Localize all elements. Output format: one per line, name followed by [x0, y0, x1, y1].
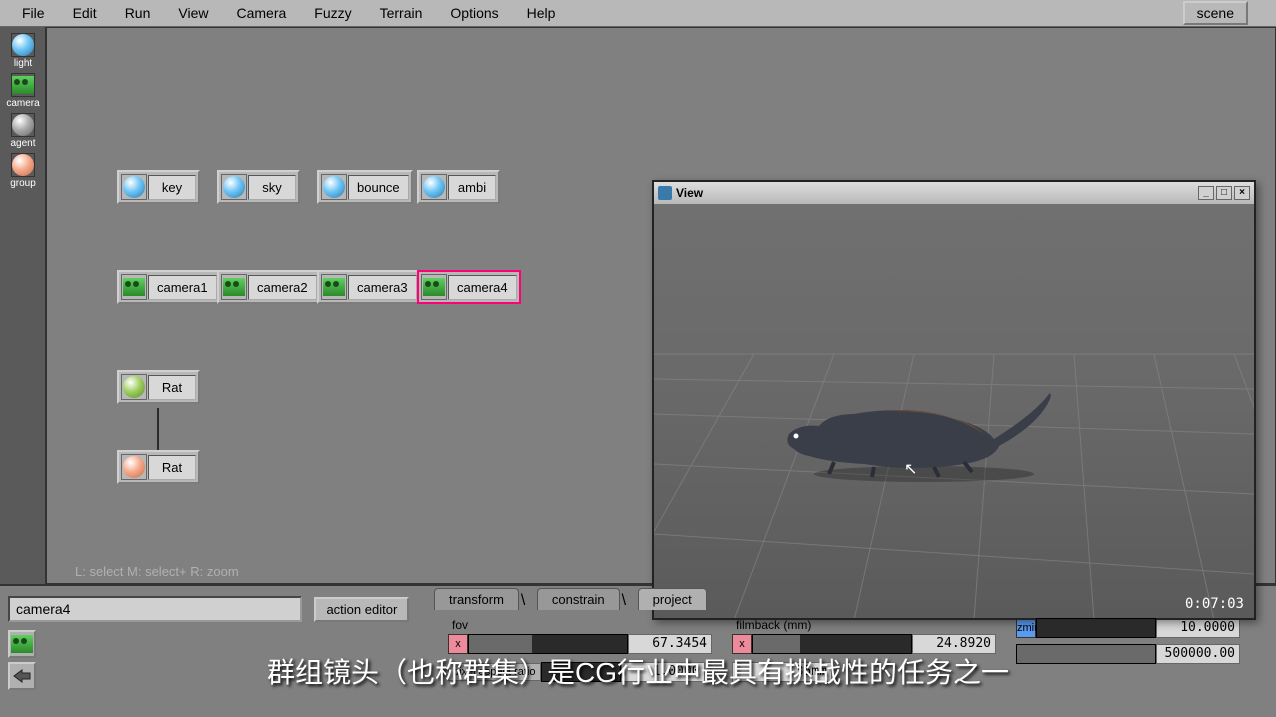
light-icon	[421, 174, 447, 200]
scene-button[interactable]: scene	[1183, 1, 1248, 25]
prop-zrange: zmin 10.0000 500000.00	[1016, 618, 1240, 682]
tool-camera[interactable]: camera	[0, 71, 46, 111]
viewport-3d[interactable]: ↖ 0:07:03	[654, 204, 1254, 618]
view-titlebar[interactable]: View _ □ ×	[654, 182, 1254, 204]
node-light-sky[interactable]: sky	[217, 170, 300, 204]
left-toolbar: light camera agent group	[0, 27, 46, 584]
menu-edit[interactable]: Edit	[59, 2, 111, 24]
zmin-button[interactable]: zmin	[1016, 618, 1036, 638]
agent-icon	[121, 374, 147, 400]
prev-button[interactable]	[8, 662, 36, 690]
menu-camera[interactable]: Camera	[222, 2, 300, 24]
node-agent-rat[interactable]: Rat	[117, 370, 200, 404]
tool-group[interactable]: group	[0, 151, 46, 191]
zmax-slider[interactable]	[1016, 644, 1156, 664]
view-window[interactable]: View _ □ ×	[652, 180, 1256, 620]
light-icon	[11, 33, 35, 57]
subtitle-text: 群组镜头（也称群集）是CG行业中最具有挑战性的任务之一	[267, 651, 1009, 691]
menubar: File Edit Run View Camera Fuzzy Terrain …	[0, 0, 1276, 27]
light-icon	[321, 174, 347, 200]
menu-run[interactable]: Run	[111, 2, 165, 24]
maximize-button[interactable]: □	[1216, 186, 1232, 200]
tool-agent[interactable]: agent	[0, 111, 46, 151]
group-icon	[11, 153, 35, 177]
tab-constrain[interactable]: constrain	[537, 588, 620, 610]
cursor-icon: ↖	[904, 459, 917, 479]
camera-icon	[121, 274, 147, 300]
node-link	[157, 408, 159, 450]
menu-fuzzy[interactable]: Fuzzy	[300, 2, 365, 24]
zmax-value[interactable]: 500000.00	[1156, 644, 1240, 664]
minimize-button[interactable]: _	[1198, 186, 1214, 200]
view-title: View	[676, 186, 703, 200]
node-camera4[interactable]: camera4	[417, 270, 521, 304]
app-icon	[658, 186, 672, 200]
arrow-left-icon	[12, 668, 32, 684]
light-icon	[121, 174, 147, 200]
menu-help[interactable]: Help	[513, 2, 570, 24]
tab-project[interactable]: project	[638, 588, 707, 610]
node-camera3[interactable]: camera3	[317, 270, 421, 304]
light-icon	[221, 174, 247, 200]
action-editor-button[interactable]: action editor	[314, 597, 409, 622]
camera-icon	[221, 274, 247, 300]
camera-icon	[321, 274, 347, 300]
node-camera2[interactable]: camera2	[217, 270, 321, 304]
agent-icon	[11, 113, 35, 137]
node-group-rat[interactable]: Rat	[117, 450, 200, 484]
camera-icon	[421, 274, 447, 300]
node-light-key[interactable]: key	[117, 170, 200, 204]
tab-transform[interactable]: transform	[434, 588, 519, 610]
timecode: 0:07:03	[1185, 596, 1244, 612]
tool-light[interactable]: light	[0, 31, 46, 71]
camera-icon	[11, 73, 35, 97]
menu-terrain[interactable]: Terrain	[366, 2, 437, 24]
node-light-ambi[interactable]: ambi	[417, 170, 500, 204]
menu-file[interactable]: File	[8, 2, 59, 24]
zmin-slider[interactable]	[1036, 618, 1156, 638]
node-camera1[interactable]: camera1	[117, 270, 221, 304]
selected-type-icon[interactable]	[8, 630, 36, 658]
menu-view[interactable]: View	[164, 2, 222, 24]
close-button[interactable]: ×	[1234, 186, 1250, 200]
selected-name-field[interactable]: camera4	[8, 596, 302, 622]
zmin-value[interactable]: 10.0000	[1156, 618, 1240, 638]
menu-options[interactable]: Options	[436, 2, 512, 24]
canvas-hint: L: select M: select+ R: zoom	[75, 564, 239, 579]
group-icon	[121, 454, 147, 480]
node-light-bounce[interactable]: bounce	[317, 170, 413, 204]
